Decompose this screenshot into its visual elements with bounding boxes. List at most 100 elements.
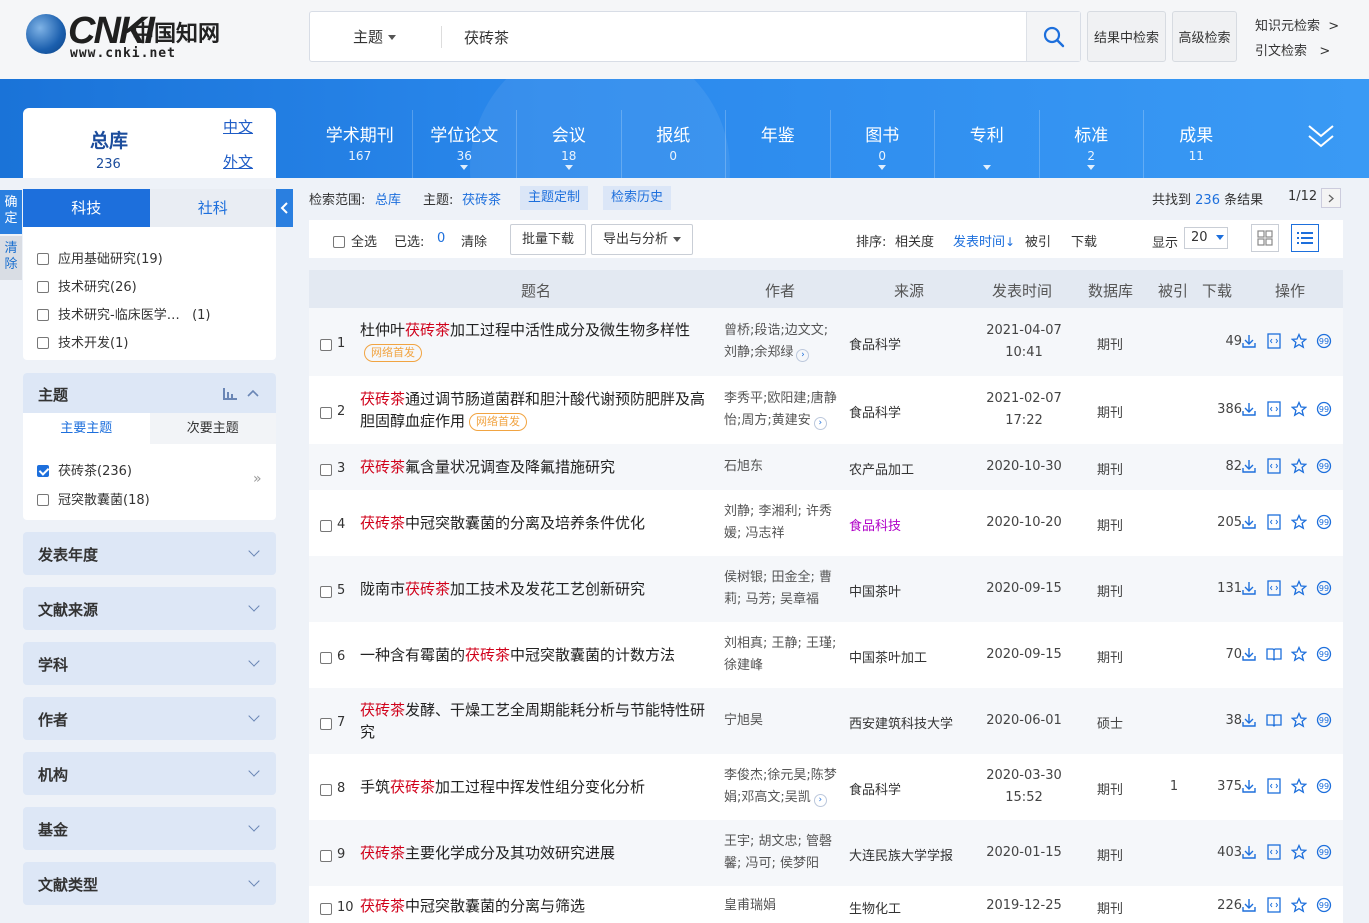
facet-source[interactable]: 文献来源: [23, 587, 276, 630]
favorite-star-icon[interactable]: [1291, 897, 1307, 913]
cite-icon[interactable]: 99: [1316, 514, 1332, 530]
advanced-search-button[interactable]: 高级检索: [1172, 11, 1237, 62]
cite-icon[interactable]: 99: [1316, 580, 1332, 596]
row-downloads[interactable]: 70: [1189, 647, 1242, 662]
db-tab-achievement[interactable]: 成果 11: [1144, 110, 1249, 178]
sort-cited[interactable]: 被引: [1025, 231, 1051, 250]
citation-search-link[interactable]: 引文检索 >: [1255, 40, 1330, 59]
download-icon[interactable]: [1241, 844, 1257, 860]
next-page-button[interactable]: [1321, 188, 1341, 208]
row-downloads[interactable]: 82: [1189, 459, 1242, 474]
row-authors[interactable]: 石旭东: [724, 456, 841, 478]
row-source[interactable]: 大连民族大学学报: [849, 845, 953, 864]
download-icon[interactable]: [1241, 646, 1257, 662]
tab-main-topic[interactable]: 主要主题: [23, 413, 150, 444]
foreign-link[interactable]: 外文: [223, 151, 253, 172]
header-date[interactable]: 发表时间: [992, 280, 1052, 301]
batch-download-button[interactable]: 批量下载: [510, 224, 587, 255]
checkbox[interactable]: [37, 253, 49, 265]
db-tab-patent[interactable]: 专利: [935, 110, 1040, 178]
facet-fund[interactable]: 基金: [23, 807, 276, 850]
chinese-link[interactable]: 中文: [223, 116, 253, 137]
bar-chart-icon[interactable]: [223, 388, 237, 400]
more-authors-icon[interactable]: ›: [813, 794, 827, 807]
header-download[interactable]: 下载: [1202, 280, 1232, 301]
row-title[interactable]: 茯砖茶氟含量状况调查及降氟措施研究: [360, 456, 714, 478]
cite-icon[interactable]: 99: [1316, 778, 1332, 794]
row-downloads[interactable]: 226: [1189, 898, 1242, 913]
more-authors-icon[interactable]: ›: [796, 349, 810, 362]
zongku-card[interactable]: 总库 236 中文 外文: [23, 108, 276, 178]
row-authors[interactable]: 曾桥;段诰;边文文;刘静;余郑绿 ›: [724, 320, 841, 364]
facet-discipline[interactable]: 学科: [23, 642, 276, 685]
row-checkbox[interactable]: [320, 718, 332, 730]
row-source[interactable]: 西安建筑科技大学: [849, 713, 953, 732]
download-icon[interactable]: [1241, 778, 1257, 794]
row-title[interactable]: 茯砖茶主要化学成分及其功效研究进展: [360, 842, 714, 864]
search-history-button[interactable]: 检索历史: [603, 186, 672, 210]
row-source[interactable]: 食品科学: [849, 402, 901, 421]
tab-sub-topic[interactable]: 次要主题: [149, 413, 276, 444]
favorite-star-icon[interactable]: [1291, 712, 1307, 728]
facet-year[interactable]: 发表年度: [23, 532, 276, 575]
grid-view-button[interactable]: [1251, 224, 1279, 252]
row-checkbox[interactable]: [320, 520, 332, 532]
row-authors[interactable]: 刘相真; 王静; 王瑾; 徐建峰: [724, 633, 841, 677]
checkbox[interactable]: [37, 494, 49, 506]
row-source[interactable]: 食品科学: [849, 779, 901, 798]
category-item[interactable]: 技术研究-临床医学… (1): [37, 304, 211, 323]
row-downloads[interactable]: 403: [1189, 845, 1242, 860]
db-tab-thesis[interactable]: 学位论文 36: [413, 110, 517, 178]
download-icon[interactable]: [1241, 458, 1257, 474]
checkbox[interactable]: [37, 281, 49, 293]
knowledge-search-link[interactable]: 知识元检索 >: [1255, 15, 1339, 34]
row-authors[interactable]: 王宇; 胡文忠; 管磬馨; 冯可; 侯梦阳: [724, 831, 841, 875]
favorite-star-icon[interactable]: [1291, 844, 1307, 860]
row-downloads[interactable]: 386: [1189, 402, 1242, 417]
facet-doc-type[interactable]: 文献类型: [23, 862, 276, 905]
row-downloads[interactable]: 38: [1189, 713, 1242, 728]
search-button[interactable]: [1026, 12, 1080, 61]
html-read-icon[interactable]: [1266, 778, 1282, 794]
export-analyze-button[interactable]: 导出与分析: [591, 224, 694, 255]
db-tab-newspaper[interactable]: 报纸 0: [622, 110, 726, 178]
cite-icon[interactable]: 99: [1316, 458, 1332, 474]
topic-item[interactable]: 茯砖茶(236): [37, 460, 132, 479]
read-online-icon[interactable]: [1266, 646, 1282, 662]
row-title[interactable]: 手筑茯砖茶加工过程中挥发性组分变化分析: [360, 776, 714, 798]
html-read-icon[interactable]: [1266, 333, 1282, 349]
topic-value[interactable]: 茯砖茶: [462, 189, 501, 208]
checkbox[interactable]: [37, 337, 49, 349]
sort-download[interactable]: 下载: [1071, 231, 1097, 250]
facet-institution[interactable]: 机构: [23, 752, 276, 795]
cite-icon[interactable]: 99: [1316, 401, 1332, 417]
collapse-sidebar-button[interactable]: [276, 189, 293, 227]
row-checkbox[interactable]: [320, 407, 332, 419]
more-authors-icon[interactable]: ›: [813, 417, 827, 430]
row-authors[interactable]: 李秀平;欧阳建;唐静怡;周方;黄建安 ›: [724, 388, 841, 432]
row-checkbox[interactable]: [320, 339, 332, 351]
row-authors[interactable]: 李俊杰;徐元昊;陈梦娟;邓高文;吴凯 ›: [724, 765, 841, 809]
row-checkbox[interactable]: [320, 586, 332, 598]
read-online-icon[interactable]: [1266, 712, 1282, 728]
html-read-icon[interactable]: [1266, 897, 1282, 913]
row-title[interactable]: 杜仲叶茯砖茶加工过程中活性成分及微生物多样性 网络首发: [360, 319, 714, 363]
download-icon[interactable]: [1241, 401, 1257, 417]
category-item[interactable]: 应用基础研究(19): [37, 248, 163, 267]
favorite-star-icon[interactable]: [1291, 458, 1307, 474]
row-title[interactable]: 陇南市茯砖茶加工技术及发花工艺创新研究: [360, 578, 714, 600]
download-icon[interactable]: [1241, 897, 1257, 913]
favorite-star-icon[interactable]: [1291, 514, 1307, 530]
html-read-icon[interactable]: [1266, 514, 1282, 530]
facet-author[interactable]: 作者: [23, 697, 276, 740]
cite-icon[interactable]: 99: [1316, 897, 1332, 913]
topic-item[interactable]: 冠突散囊菌(18): [37, 489, 150, 508]
favorite-star-icon[interactable]: [1291, 580, 1307, 596]
favorite-star-icon[interactable]: [1291, 646, 1307, 662]
favorite-star-icon[interactable]: [1291, 333, 1307, 349]
tab-tech[interactable]: 科技: [23, 189, 150, 227]
list-view-button[interactable]: [1291, 224, 1319, 252]
html-read-icon[interactable]: [1266, 458, 1282, 474]
row-source[interactable]: 食品科学: [849, 334, 901, 353]
row-authors[interactable]: 侯树银; 田金全; 曹莉; 马芳; 吴章福: [724, 567, 841, 611]
